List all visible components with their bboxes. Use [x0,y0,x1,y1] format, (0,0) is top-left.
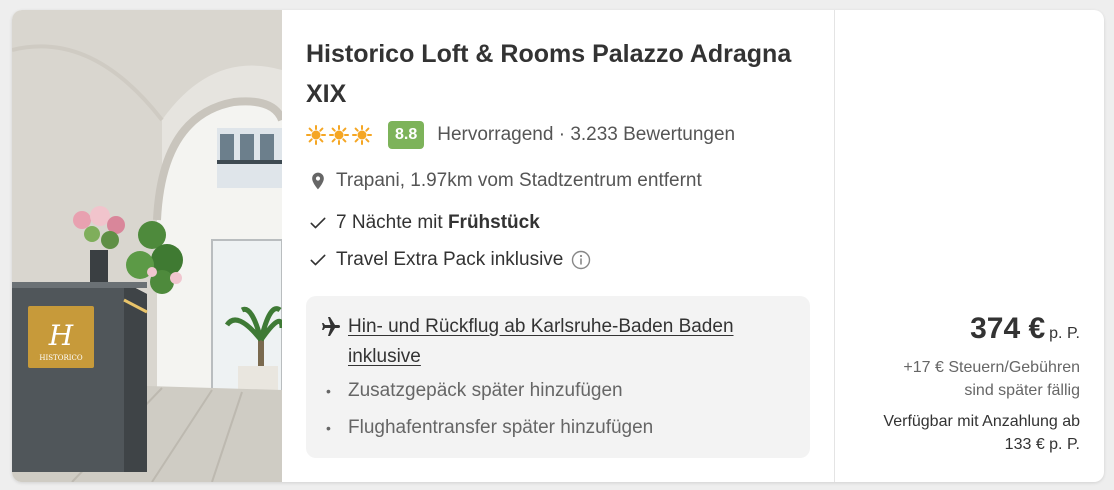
hotel-sign-monogram: H [48,319,74,352]
rating-separator: · [558,124,566,145]
price-panel[interactable]: 374 € p. P. +17 € Steuern/Gebühren sind … [834,10,1104,482]
feature-row-board: 7 Nächte mit Frühstück [306,211,540,235]
location-pin-icon [306,169,330,193]
bullet-icon: • [326,383,331,399]
review-count: 3.233 Bewertungen [570,124,736,145]
sun-star-icon [352,125,372,145]
hotel-image[interactable]: H HISTORICO [12,10,282,482]
hotel-sign-text: HISTORICO [39,354,82,362]
location-text: Trapani, 1.97km vom Stadtzentrum entfern… [336,170,702,191]
info-circle-icon[interactable] [571,250,591,270]
fees-line-2: sind später fällig [964,382,1080,399]
deposit-line-2: 133 € p. P. [1004,436,1080,453]
flight-details-link[interactable]: Hin- und Rückflug ab Karlsruhe-Baden Bad… [348,312,788,372]
price-unit: p. P. [1049,325,1080,342]
bullet-icon: • [326,420,331,436]
flight-row: Hin- und Rückflug ab Karlsruhe-Baden Bad… [318,312,788,372]
check-icon [306,211,330,235]
addon-transfer-text: Flughafentransfer später hinzufügen [348,417,654,438]
feature-extra-pack-text: Travel Extra Pack inklusive [336,249,564,270]
feature-board-type: Frühstück [447,212,540,233]
check-icon [306,248,330,272]
price-amount: 374 € [970,312,1046,345]
hotel-name[interactable]: Historico Loft & Rooms Palazzo Adragna X… [306,34,806,114]
fees-line-1: +17 € Steuern/Gebühren [903,359,1080,376]
flight-info-box: Hin- und Rückflug ab Karlsruhe-Baden Bad… [306,296,810,458]
fees-note: +17 € Steuern/Gebühren sind später fälli… [860,356,1080,402]
rating-row: 8.8 Hervorragend · 3.233 Bewertungen [306,121,735,149]
price-row: 374 € p. P. [970,312,1080,346]
feature-row-extra-pack: Travel Extra Pack inklusive [306,248,591,272]
deposit-note: Verfügbar mit Anzahlung ab 133 € p. P. [840,410,1080,456]
addon-luggage-text: Zusatzgepäck später hinzufügen [348,380,623,401]
addon-item-transfer: • Flughafentransfer später hinzufügen [326,417,653,439]
hotel-info: Historico Loft & Rooms Palazzo Adragna X… [306,10,812,482]
feature-nights-text: 7 Nächte mit Frühstück [336,212,540,233]
rating-summary[interactable]: Hervorragend · 3.233 Bewertungen [437,124,735,146]
deposit-line-1: Verfügbar mit Anzahlung ab [883,413,1080,430]
sun-star-icon [306,125,326,145]
rating-label: Hervorragend [437,124,554,145]
addon-item-luggage: • Zusatzgepäck später hinzufügen [326,380,623,402]
hotel-result-card[interactable]: H HISTORICO Historico Loft & Rooms Palaz… [12,10,1104,482]
sun-star-icon [329,125,349,145]
rating-score-badge: 8.8 [388,121,425,149]
airplane-icon [322,317,340,336]
location-row: Trapani, 1.97km vom Stadtzentrum entfern… [306,169,702,193]
